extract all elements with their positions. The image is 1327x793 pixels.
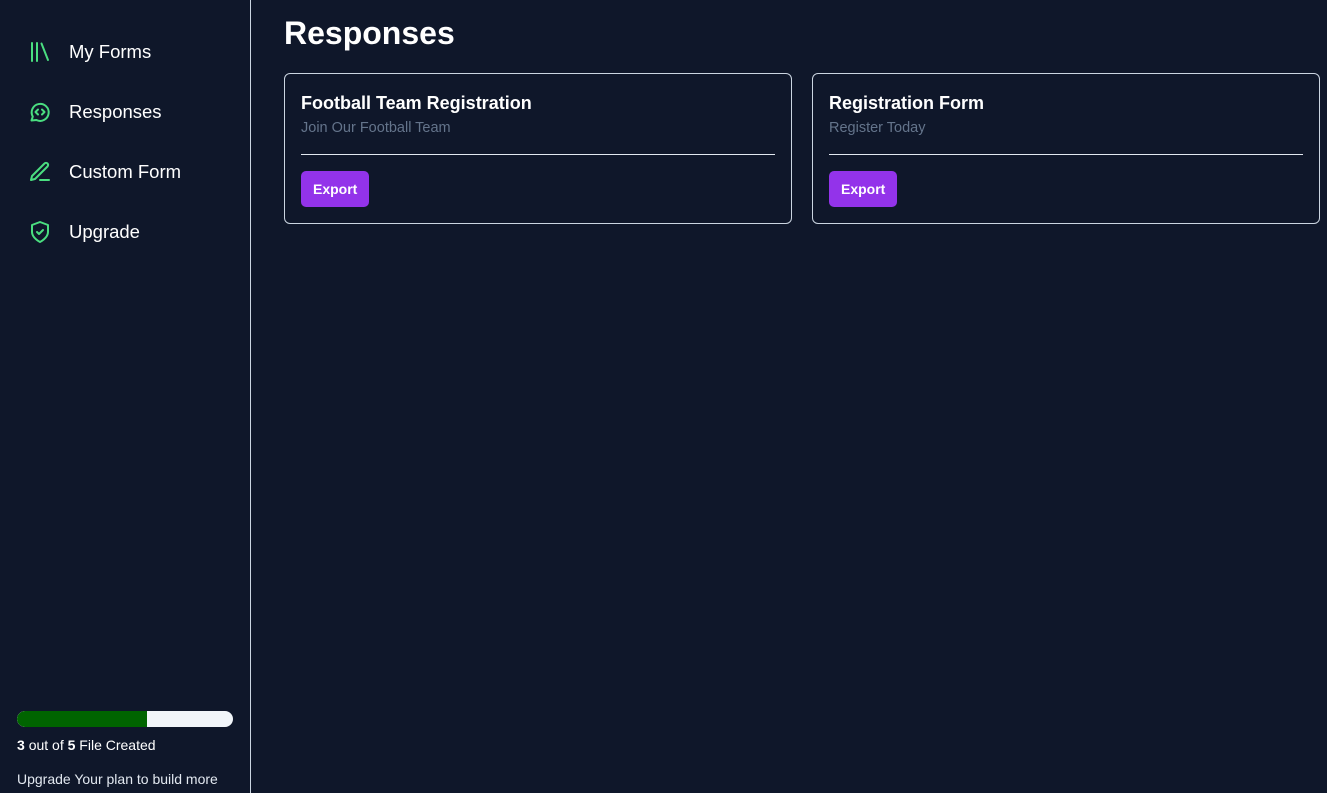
sidebar-item-label: Upgrade bbox=[69, 221, 140, 242]
sidebar-item-my-forms[interactable]: My Forms bbox=[28, 37, 151, 67]
export-button[interactable]: Export bbox=[829, 171, 898, 207]
pencil-icon bbox=[28, 160, 52, 184]
files-total-count: 5 bbox=[67, 737, 76, 753]
card-divider bbox=[301, 154, 775, 155]
card-title: Registration Form bbox=[829, 93, 985, 113]
page-title: Responses bbox=[284, 15, 455, 51]
form-card[interactable]: Registration Form Register Today Export bbox=[812, 73, 1320, 224]
upgrade-note: Upgrade Your plan to build more forms bbox=[17, 771, 218, 793]
file-count-text: 3 out of 5 File Created bbox=[17, 737, 156, 753]
form-card[interactable]: Football Team Registration Join Our Foot… bbox=[284, 73, 792, 224]
card-divider bbox=[829, 154, 1303, 155]
shield-check-icon bbox=[28, 220, 52, 244]
sidebar-item-label: Responses bbox=[69, 101, 162, 122]
main-content: Responses Football Team Registration Joi… bbox=[252, 0, 1327, 793]
files-created-count: 3 bbox=[17, 737, 25, 753]
library-icon bbox=[28, 40, 52, 64]
sidebar-item-label: Custom Form bbox=[69, 161, 182, 182]
sidebar-item-upgrade[interactable]: Upgrade bbox=[28, 217, 140, 247]
sidebar-item-label: My Forms bbox=[69, 41, 152, 62]
out-of-text: out of bbox=[28, 737, 64, 753]
app-root: My Forms Responses Custom Form Upgrade 3… bbox=[0, 0, 1327, 793]
sidebar-item-responses[interactable]: Responses bbox=[28, 97, 162, 127]
file-created-suffix: File Created bbox=[79, 737, 156, 753]
usage-progress-bar bbox=[17, 711, 233, 727]
usage-progress-fill bbox=[17, 711, 147, 727]
card-description: Register Today bbox=[829, 120, 926, 136]
export-button[interactable]: Export bbox=[301, 171, 370, 207]
card-title: Football Team Registration bbox=[301, 93, 532, 113]
card-description: Join Our Football Team bbox=[301, 120, 451, 136]
sidebar: My Forms Responses Custom Form Upgrade 3… bbox=[0, 0, 251, 793]
message-code-icon bbox=[28, 100, 52, 124]
sidebar-item-custom-form[interactable]: Custom Form bbox=[28, 157, 181, 187]
